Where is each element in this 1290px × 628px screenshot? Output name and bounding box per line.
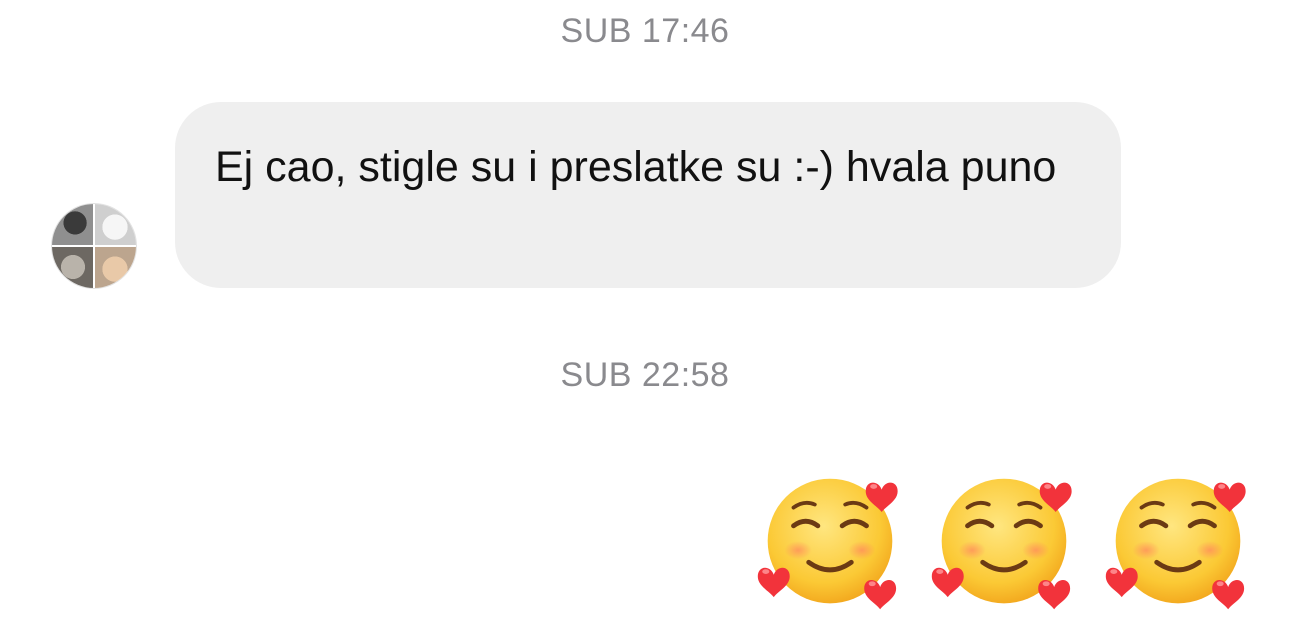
avatar-photo-cat-grey <box>52 246 94 288</box>
outgoing-emoji-message[interactable] <box>754 462 1254 614</box>
incoming-message-bubble[interactable]: Ej cao, stigle su i preslatke su :-) hva… <box>175 102 1121 288</box>
sender-avatar[interactable] <box>52 204 136 288</box>
timestamp-divider: SUB 17:46 <box>560 12 730 50</box>
avatar-photo-cat-white <box>94 204 136 246</box>
message-text: Ej cao, stigle su i preslatke su :-) hva… <box>215 143 1057 191</box>
avatar-divider <box>52 245 136 247</box>
timestamp-divider: SUB 22:58 <box>560 356 730 394</box>
avatar-photo-cat-cream <box>94 246 136 288</box>
smiling-face-with-hearts-icon <box>931 478 1072 610</box>
smiling-face-with-hearts-icon <box>1105 478 1246 610</box>
avatar-photo-cat-black <box>52 204 94 246</box>
smiling-face-with-hearts-icon <box>757 478 898 610</box>
